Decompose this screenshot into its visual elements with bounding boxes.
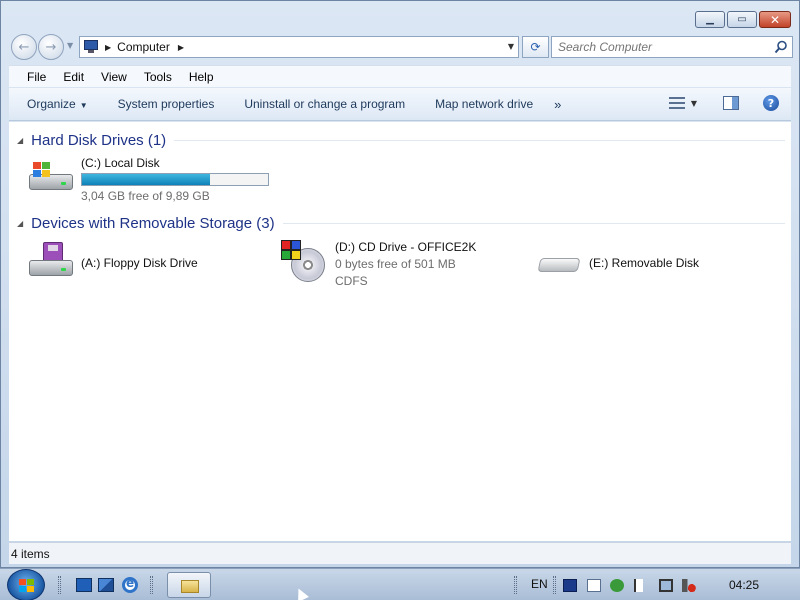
search-box[interactable] (551, 36, 793, 58)
navigation-bar: ← → ▼ ▶ Computer ▶ ▼ ⟳ (9, 33, 793, 61)
drive-name: (D:) CD Drive - OFFICE2K (335, 240, 477, 254)
search-input[interactable] (558, 40, 768, 54)
status-bar: 4 items (9, 542, 791, 564)
drive-free-space: 0 bytes free of 501 MB (335, 257, 456, 271)
drive-name: (A:) Floppy Disk Drive (81, 256, 198, 270)
search-icon[interactable] (774, 40, 788, 54)
chevron-down-icon: ▼ (79, 101, 88, 110)
breadcrumb-computer[interactable]: Computer (117, 40, 170, 54)
minimize-button[interactable]: ▁ (695, 11, 725, 28)
preview-pane-icon[interactable] (723, 96, 739, 110)
security-shield-icon[interactable] (610, 579, 624, 592)
view-controls: ▼ ? (668, 95, 779, 111)
hard-disk-icon (25, 156, 77, 196)
drive-item-e[interactable]: (E:) Removable Disk (533, 242, 699, 282)
drive-name: (C:) Local Disk (81, 156, 160, 170)
group-divider (174, 139, 785, 141)
drive-item-d[interactable]: (D:) CD Drive - OFFICE2K 0 bytes free of… (279, 240, 476, 288)
language-indicator[interactable]: EN (531, 577, 548, 591)
menu-tools[interactable]: Tools (135, 70, 180, 84)
group-header-removable[interactable]: ◢ Devices with Removable Storage (3) (15, 213, 785, 233)
toolbar-grip[interactable] (514, 576, 517, 594)
refresh-button[interactable]: ⟳ (522, 36, 549, 58)
content-pane: ◢ Hard Disk Drives (1) (C:) Local Disk 3… (9, 122, 791, 541)
toolbar-grip[interactable] (150, 576, 153, 594)
show-desktop-icon[interactable] (76, 578, 92, 592)
drive-item-c[interactable]: (C:) Local Disk 3,04 GB free of 9,89 GB (25, 156, 269, 203)
explorer-window: ▁ ▭ ✕ ← → ▼ ▶ Computer ▶ ▼ ⟳ File Edit V… (0, 0, 800, 568)
maximize-button[interactable]: ▭ (727, 11, 757, 28)
switch-windows-icon[interactable] (98, 578, 114, 592)
start-button[interactable] (7, 569, 45, 600)
capacity-bar (81, 173, 269, 186)
organize-button[interactable]: Organize ▼ (9, 97, 103, 111)
command-bar: Organize ▼ System properties Uninstall or… (9, 88, 791, 121)
caption-buttons: ▁ ▭ ✕ (695, 11, 791, 28)
network-icon[interactable] (659, 579, 673, 592)
menu-edit[interactable]: Edit (54, 70, 92, 84)
forward-button[interactable]: → (38, 34, 64, 60)
back-arrow-icon: ← (18, 39, 30, 55)
internet-explorer-icon[interactable] (122, 576, 138, 593)
drive-free-space: 3,04 GB free of 9,89 GB (81, 189, 210, 203)
group-title: Devices with Removable Storage (3) (31, 214, 275, 232)
address-bar[interactable]: ▶ Computer ▶ ▼ (79, 36, 519, 58)
action-center-flag-icon[interactable] (634, 579, 648, 592)
toolbar-grip[interactable] (553, 576, 556, 594)
maximize-icon: ▭ (737, 13, 747, 25)
menu-bar: File Edit View Tools Help (9, 65, 791, 87)
menu-file[interactable]: File (9, 70, 54, 84)
menu-help[interactable]: Help (180, 70, 222, 84)
taskbar-explorer-button[interactable] (167, 572, 211, 598)
item-count: 4 items (11, 546, 50, 561)
drive-name: (E:) Removable Disk (589, 256, 700, 270)
keyboard-layout-icon[interactable] (563, 579, 577, 592)
taskbar: EN 04:25 (0, 568, 800, 600)
minimize-icon: ▁ (706, 13, 714, 25)
system-properties-button[interactable]: System properties (103, 97, 230, 111)
floppy-drive-icon (25, 242, 77, 282)
removable-disk-icon (533, 242, 585, 282)
close-button[interactable]: ✕ (759, 11, 791, 28)
address-history-dropdown[interactable]: ▼ (508, 42, 514, 51)
breadcrumb-separator-icon[interactable]: ▶ (105, 43, 111, 52)
windows-logo-icon (19, 579, 35, 593)
help-icon[interactable]: ? (763, 95, 779, 111)
more-commands-button[interactable]: » (548, 97, 576, 112)
refresh-icon: ⟳ (530, 40, 541, 54)
organize-label: Organize (27, 97, 76, 111)
computer-icon (84, 40, 100, 54)
collapse-icon[interactable]: ◢ (17, 136, 23, 145)
group-title: Hard Disk Drives (1) (31, 131, 167, 149)
close-icon: ✕ (769, 12, 781, 27)
breadcrumb-expand-icon[interactable]: ▶ (178, 43, 184, 52)
volume-muted-icon[interactable] (682, 579, 696, 592)
group-divider (282, 222, 785, 224)
collapse-icon[interactable]: ◢ (17, 219, 23, 228)
taskbar-clock[interactable]: 04:25 (729, 578, 759, 592)
drive-item-a[interactable]: (A:) Floppy Disk Drive (25, 242, 198, 282)
uninstall-program-button[interactable]: Uninstall or change a program (229, 97, 420, 111)
group-header-hard-disks[interactable]: ◢ Hard Disk Drives (1) (15, 130, 785, 150)
back-button[interactable]: ← (11, 34, 37, 60)
folder-icon (181, 580, 199, 593)
map-network-drive-button[interactable]: Map network drive (420, 97, 548, 111)
document-icon[interactable] (587, 579, 601, 592)
drive-filesystem: CDFS (335, 274, 368, 288)
capacity-bar-fill (82, 174, 211, 185)
forward-arrow-icon: → (45, 39, 57, 55)
change-view-icon[interactable] (668, 96, 685, 110)
recent-pages-dropdown[interactable]: ▼ (67, 41, 73, 50)
view-dropdown-icon[interactable]: ▼ (691, 99, 697, 108)
cd-drive-icon (279, 240, 331, 282)
toolbar-grip[interactable] (58, 576, 61, 594)
menu-view[interactable]: View (92, 70, 135, 84)
